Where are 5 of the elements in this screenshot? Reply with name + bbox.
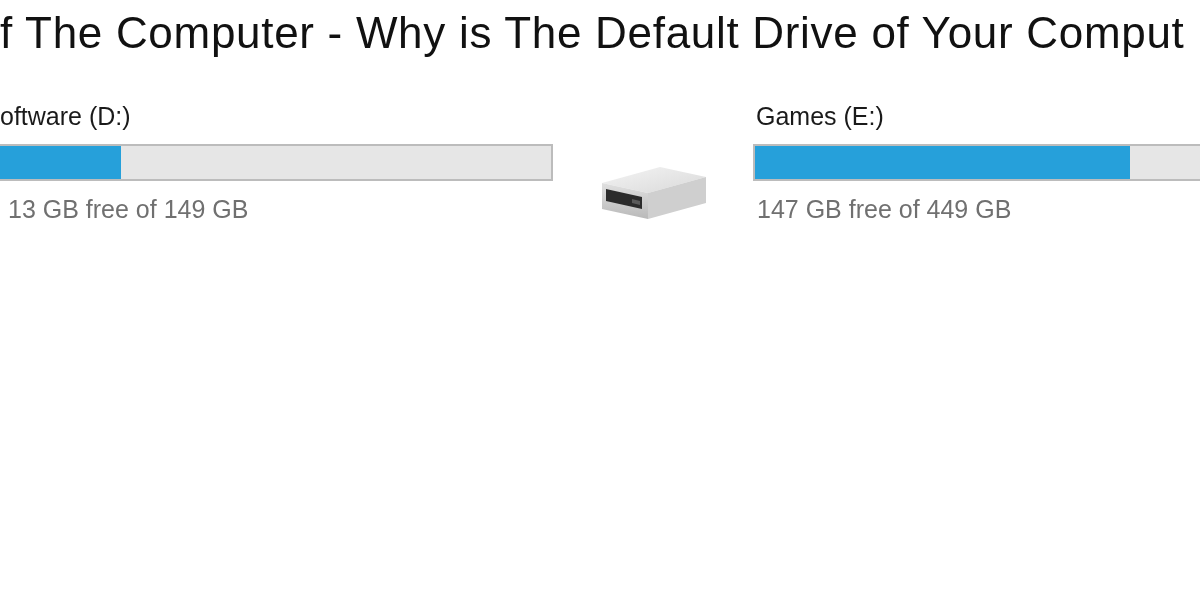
drive-label: Games (E:) [755,101,885,132]
drive-label: oftware (D:) [0,101,132,132]
free-space-text: 147 GB free of 449 GB [756,194,1013,225]
article-title: f The Computer - Why is The Default Drive of Your Comput [0,7,1186,58]
free-space-text: 13 GB free of 149 GB [7,194,250,225]
